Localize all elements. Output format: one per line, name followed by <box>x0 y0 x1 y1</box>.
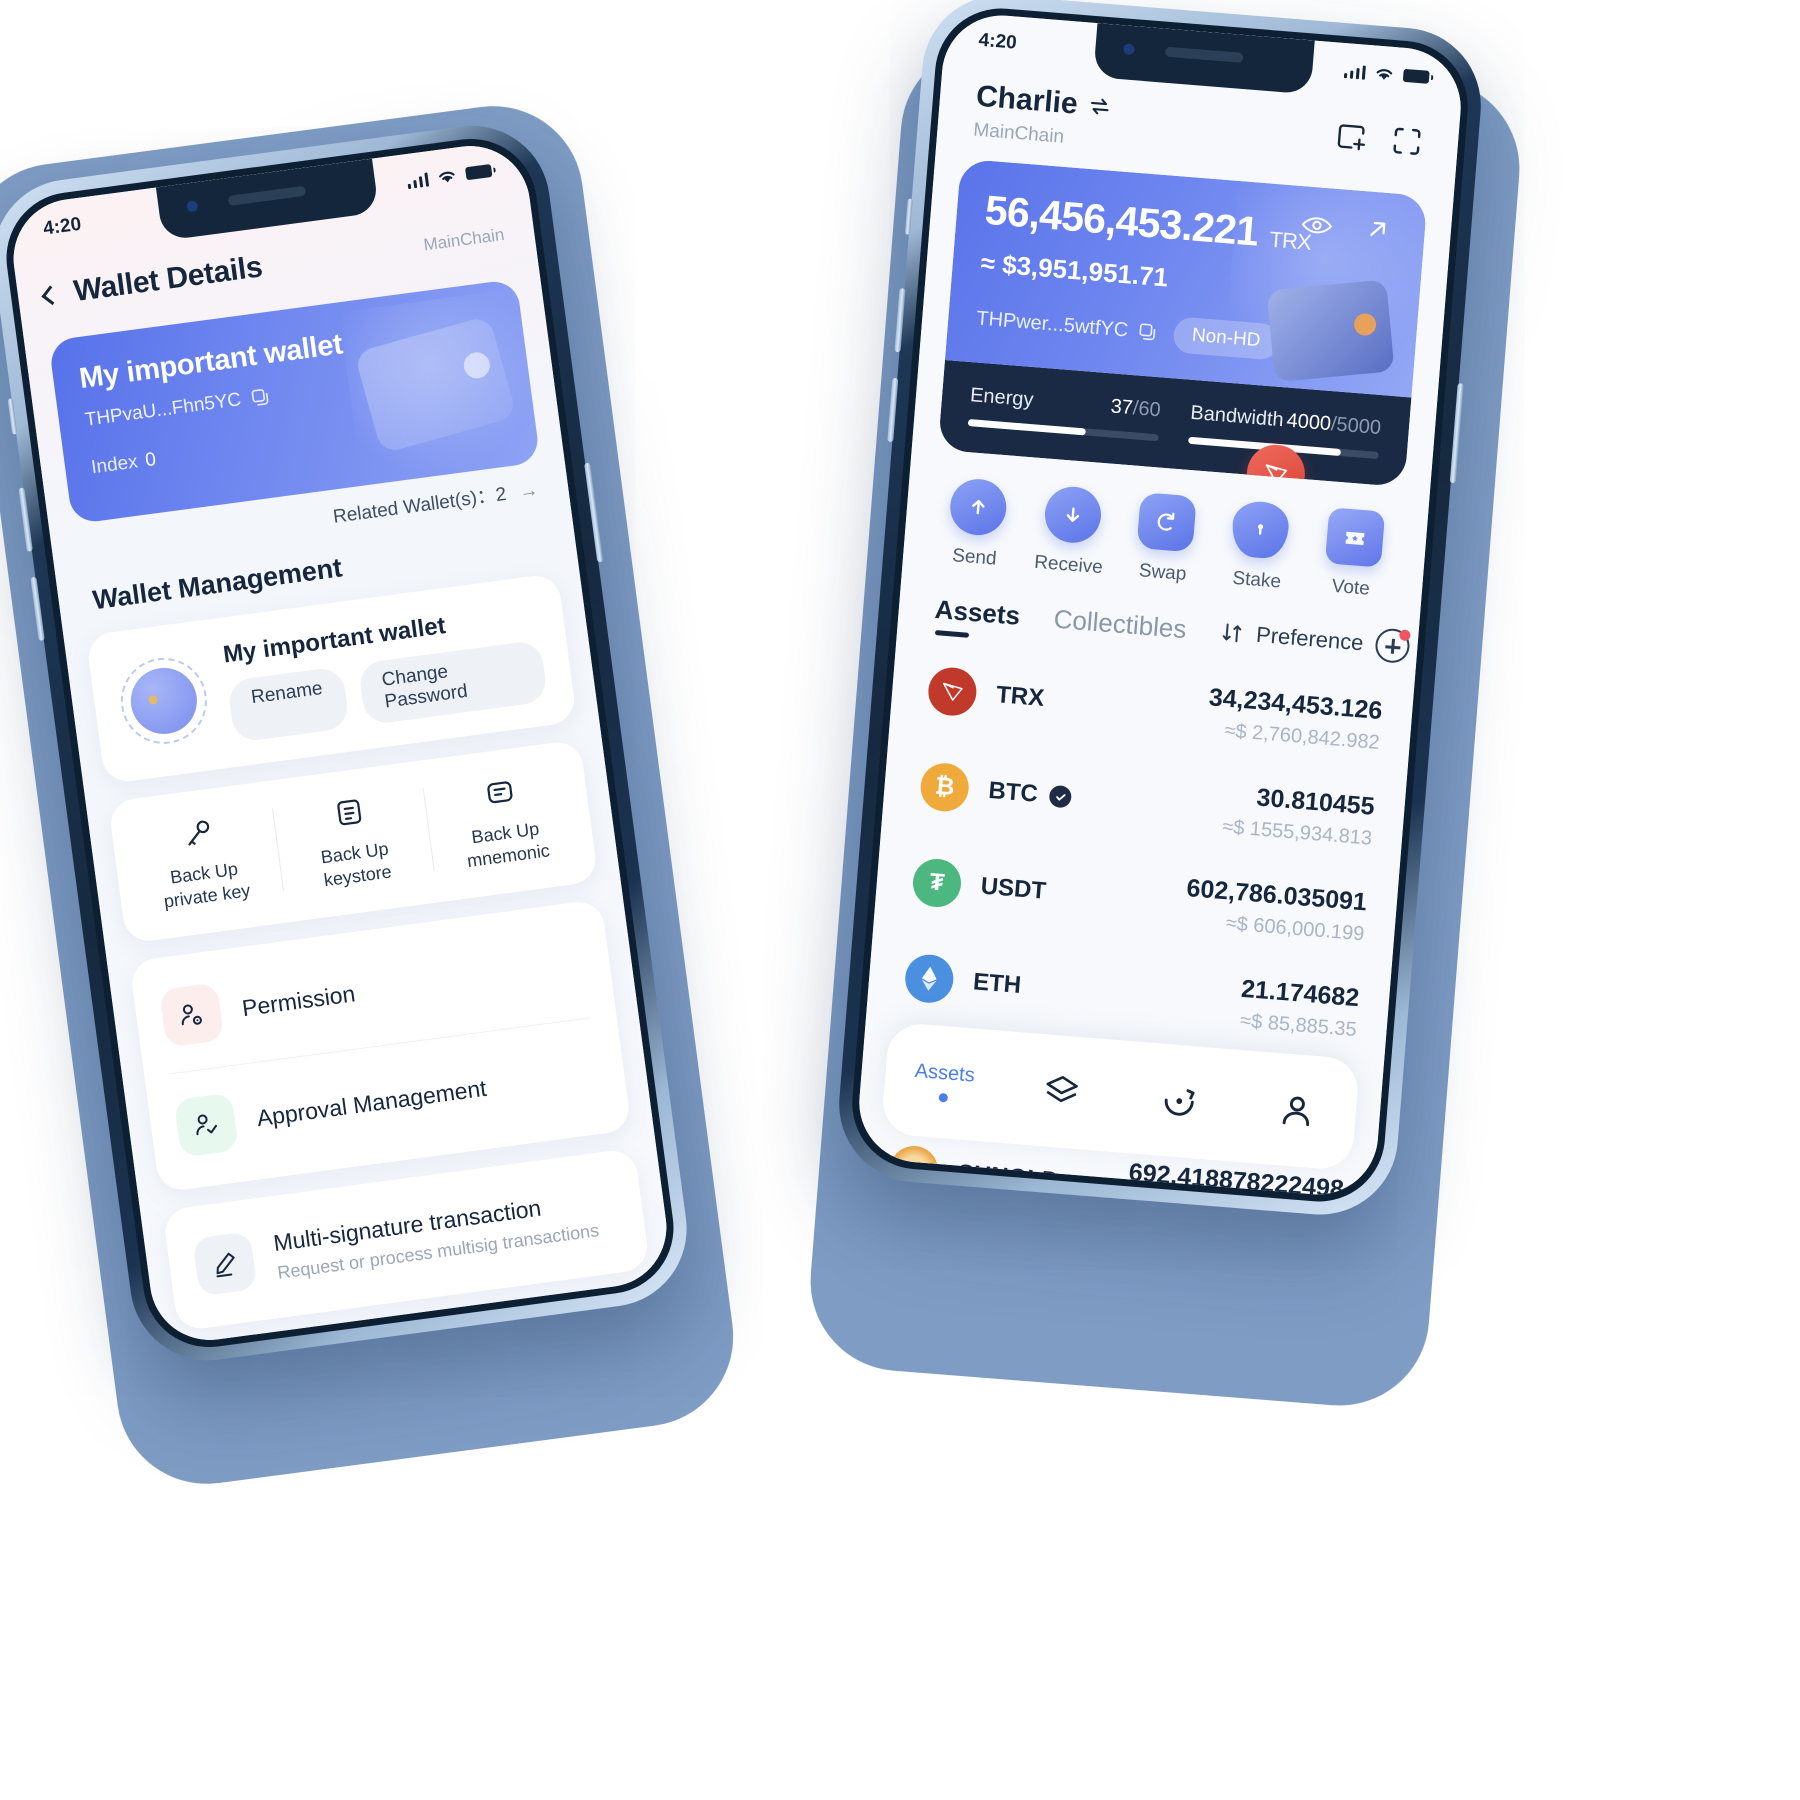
right-phone-screen: 4:20 Charlie MainChain 56,456,453.221 TR… <box>854 11 1466 1199</box>
battery-icon <box>464 163 493 180</box>
energy-max: 60 <box>1137 397 1162 422</box>
receive-arrow-down-icon <box>1042 484 1103 545</box>
asset-symbol: ETH <box>972 968 1023 1000</box>
bandwidth-label: Bandwidth <box>1189 401 1285 432</box>
preference-label[interactable]: Preference <box>1255 622 1364 657</box>
backup-private-key-button[interactable]: Back Up private key <box>121 803 284 917</box>
action-stake[interactable]: Stake <box>1209 498 1310 595</box>
notification-dot <box>1398 629 1411 642</box>
sort-icon[interactable] <box>1219 620 1245 646</box>
wallet-index-label: Index <box>90 451 139 479</box>
bottom-nav-label-assets: Assets <box>913 1059 976 1087</box>
related-wallets-label: Related Wallet(s)：2 <box>331 483 508 528</box>
bottom-nav-assets[interactable]: Assets <box>884 1058 1005 1107</box>
active-indicator-dot <box>937 1092 948 1103</box>
backup-mnemonic-label: Back Up mnemonic <box>465 818 551 871</box>
energy-label: Energy <box>969 384 1035 412</box>
asset-amount: 30.810455 <box>1255 783 1376 821</box>
verified-badge-icon <box>1048 784 1073 809</box>
copy-icon[interactable] <box>250 386 272 408</box>
battery-icon <box>1402 68 1430 84</box>
menu-label-permission: Permission <box>240 979 357 1021</box>
menu-item-multisig[interactable]: Multi-signature transaction Request or p… <box>189 1157 624 1322</box>
bottom-nav-layers[interactable] <box>1001 1066 1122 1117</box>
asset-symbol: USDT <box>979 872 1048 905</box>
action-send[interactable]: Send <box>926 475 1027 572</box>
layers-icon <box>1046 1075 1078 1103</box>
arrow-right-icon: → <box>518 479 540 503</box>
bottom-nav-discover[interactable] <box>1119 1075 1240 1126</box>
menu-label-approval-management: Approval Management <box>255 1074 488 1131</box>
right-phone-device: 4:20 Charlie MainChain 56,456,453.221 TR… <box>833 0 1487 1221</box>
send-arrow-up-icon <box>948 476 1009 538</box>
asset-usd: ≈$ 1555,934.813 <box>1221 815 1373 850</box>
bandwidth-max: 5000 <box>1335 413 1382 440</box>
asset-amount: 21.174682 <box>1240 974 1361 1013</box>
tether-logo-icon: ₮ <box>911 857 963 909</box>
permission-approval-card: Permission Approval Management <box>129 898 632 1193</box>
profile-icon <box>1282 1096 1310 1127</box>
rename-button[interactable]: Rename <box>226 666 350 743</box>
account-name: Charlie <box>974 79 1079 121</box>
backup-keystore-button[interactable]: Back Up keystore <box>271 783 434 897</box>
backup-keystore-label: Back Up keystore <box>319 838 393 890</box>
asset-symbol: TRX <box>995 681 1046 712</box>
approval-icon <box>173 1092 239 1158</box>
stake-shield-icon <box>1230 499 1291 560</box>
account-address-row[interactable]: THPwer...5wtfYC <box>975 307 1159 345</box>
asset-symbol: BTC <box>987 776 1039 808</box>
action-vote[interactable]: Vote <box>1303 506 1404 603</box>
cellular-signal-icon <box>406 171 430 189</box>
chevron-left-icon[interactable] <box>41 285 62 306</box>
energy-value: 37 <box>1109 395 1134 420</box>
chain-label: MainChain <box>972 119 1065 148</box>
scan-qr-icon[interactable] <box>1389 123 1426 160</box>
external-link-icon[interactable] <box>1364 215 1392 243</box>
status-time: 4:20 <box>977 29 1018 54</box>
avatar[interactable] <box>115 652 213 750</box>
discover-icon <box>1164 1089 1195 1116</box>
copy-icon[interactable] <box>1137 321 1159 343</box>
balance-unit: TRX <box>1268 226 1312 255</box>
cellular-signal-icon <box>1343 63 1366 80</box>
add-wallet-icon[interactable] <box>1333 119 1370 156</box>
ethereum-logo-icon <box>903 952 956 1005</box>
page-title: Wallet Details <box>71 250 265 309</box>
mnemonic-icon <box>428 763 572 821</box>
action-swap[interactable]: Swap <box>1115 491 1216 588</box>
wallet-index-value: 0 <box>144 448 158 472</box>
status-time: 4:20 <box>42 213 83 240</box>
change-password-button[interactable]: Change Password <box>357 639 549 726</box>
action-receive[interactable]: Receive <box>1021 483 1122 580</box>
switch-account-icon[interactable] <box>1087 94 1113 120</box>
vote-ticket-icon <box>1324 507 1386 568</box>
balance-top: 56,456,453.221 TRX ≈ $3,951,951.71 THPwe… <box>944 158 1428 398</box>
asset-usd: ≈$ 13.5483871 <box>1125 1193 1342 1199</box>
wallet-address: THPvaU...Fhn5YC <box>83 389 243 431</box>
multisig-icon <box>192 1231 258 1297</box>
account-name-row[interactable]: Charlie <box>975 80 1113 125</box>
wallet-illustration <box>1266 279 1395 383</box>
backup-private-key-label: Back Up private key <box>162 858 252 912</box>
account-address: THPwer...5wtfYC <box>975 306 1130 342</box>
balance-card: 56,456,453.221 TRX ≈ $3,951,951.71 THPwe… <box>937 158 1428 488</box>
add-token-icon[interactable] <box>1374 627 1411 665</box>
swap-icon <box>1136 492 1197 553</box>
energy-progress <box>967 419 1087 436</box>
key-icon <box>127 803 271 861</box>
bitcoin-logo-icon: ₿ <box>918 761 971 814</box>
asset-usd: ≈$ 85,885.35 <box>1239 1009 1358 1042</box>
keystore-icon <box>277 783 421 841</box>
tab-assets[interactable]: Assets <box>933 594 1021 642</box>
wifi-icon <box>1376 69 1393 80</box>
balance-amount: 56,456,453.221 <box>983 186 1260 255</box>
chain-label: MainChain <box>422 224 506 255</box>
permission-icon <box>159 982 225 1048</box>
wifi-icon <box>439 171 455 183</box>
bottom-nav-profile[interactable] <box>1236 1085 1357 1136</box>
tron-logo-icon <box>926 665 979 718</box>
backup-mnemonic-button[interactable]: Back Up mnemonic <box>422 762 585 876</box>
resource-energy[interactable]: Energy 37/60 <box>967 384 1162 442</box>
bandwidth-value: 4000 <box>1285 409 1332 436</box>
